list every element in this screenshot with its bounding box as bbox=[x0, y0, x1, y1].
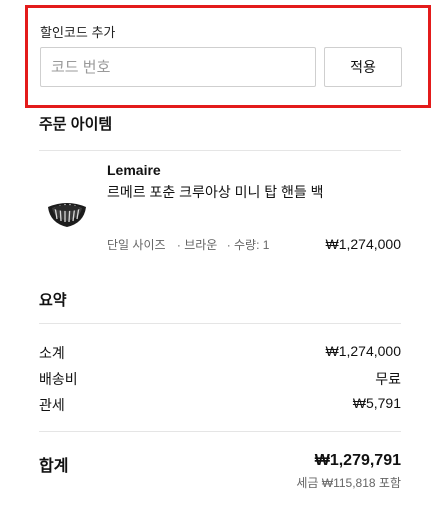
duties-value: ₩5,791 bbox=[352, 395, 401, 411]
divider bbox=[39, 150, 401, 151]
product-name: 르메르 포춘 크루아상 미니 탑 핸들 백 bbox=[107, 184, 324, 200]
apply-button[interactable]: 적용 bbox=[324, 47, 402, 87]
divider bbox=[39, 323, 401, 324]
promo-code-label: 할인코드 추가 bbox=[40, 25, 116, 40]
tax-note: 세금 ₩115,818 포함 bbox=[296, 476, 401, 490]
promo-code-input[interactable] bbox=[40, 47, 316, 87]
croissant-bag-image bbox=[48, 203, 86, 227]
product-color: · 브라운 bbox=[176, 238, 218, 252]
duties-label: 관세 bbox=[39, 397, 65, 413]
shipping-label: 배송비 bbox=[39, 371, 78, 387]
divider bbox=[39, 431, 401, 432]
product-brand: Lemaire bbox=[107, 162, 161, 178]
product-size: 단일 사이즈 bbox=[107, 238, 166, 252]
shipping-value: 무료 bbox=[375, 371, 401, 387]
subtotal-label: 소계 bbox=[39, 345, 65, 361]
promo-code-section: 할인코드 추가 적용 bbox=[25, 5, 431, 108]
order-items-title: 주문 아이템 bbox=[39, 116, 113, 133]
product-quantity: · 수량: 1 bbox=[226, 238, 270, 252]
product-meta: 단일 사이즈 · 브라운 · 수량: 1 bbox=[107, 236, 271, 253]
product-price: ₩1,274,000 bbox=[325, 236, 402, 252]
total-label: 합계 bbox=[39, 458, 69, 475]
subtotal-value: ₩1,274,000 bbox=[325, 343, 402, 359]
total-value: ₩1,279,791 bbox=[314, 452, 401, 469]
summary-title: 요약 bbox=[39, 292, 67, 309]
